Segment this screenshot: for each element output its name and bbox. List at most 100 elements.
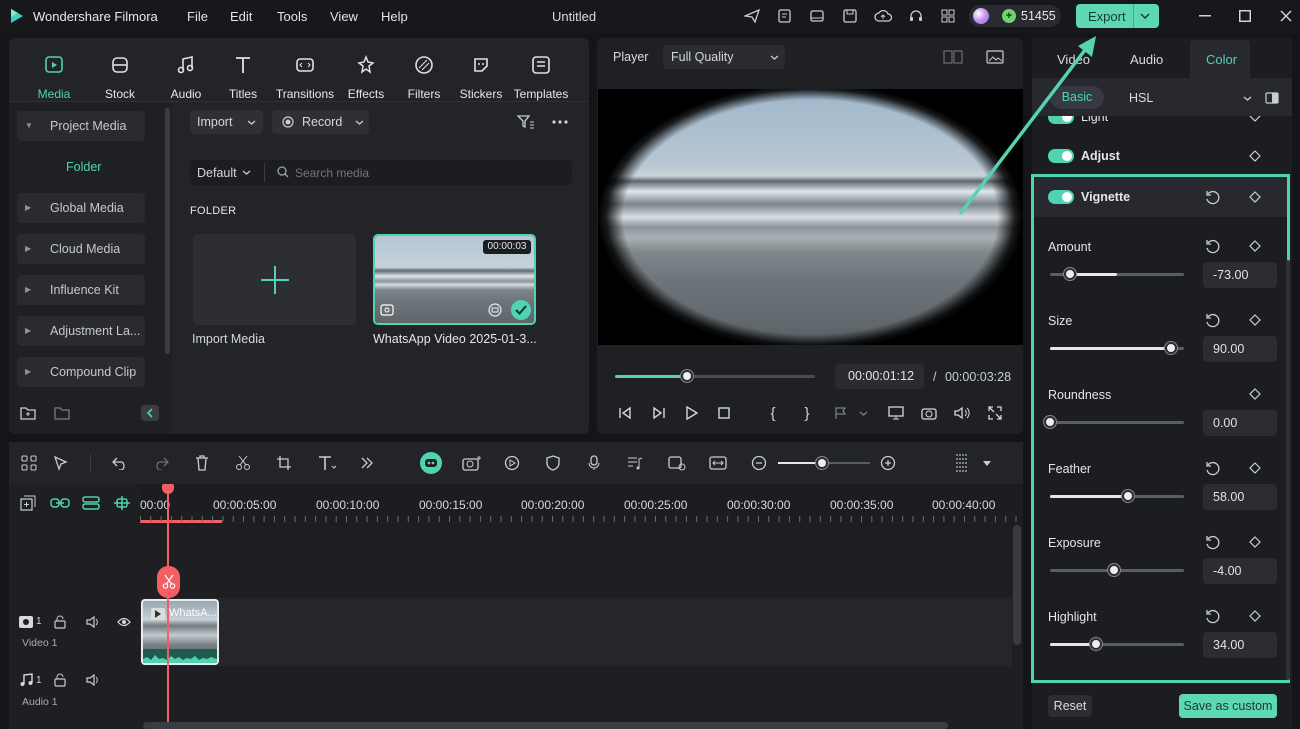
microphone-icon[interactable] [585,454,603,472]
link-icon[interactable] [49,494,71,512]
mark-in-icon[interactable]: { [763,404,783,422]
timeline-video-clip[interactable]: WhatsA... [141,599,219,665]
more-tools-icon[interactable] [358,454,376,472]
save-icon[interactable] [840,7,860,25]
param-value-input[interactable]: -4.00 [1203,558,1277,584]
param-value-input[interactable]: 90.00 [1203,336,1277,362]
music-list-icon[interactable] [626,454,644,472]
timeline-vertical-scrollbar[interactable] [1013,525,1021,645]
chevron-down-icon[interactable] [1136,8,1154,24]
crop-icon[interactable] [275,454,293,472]
mark-out-icon[interactable]: } [797,404,817,422]
delete-icon[interactable] [193,454,211,472]
camera-effects-icon[interactable] [461,454,483,472]
reset-icon[interactable] [1203,238,1221,254]
snap-marker-icon[interactable] [112,494,132,512]
chevron-down-icon[interactable] [980,454,994,472]
camera-icon[interactable] [919,404,939,422]
credits-badge[interactable]: + 51455 [969,5,1061,27]
keyframe-icon[interactable] [1248,609,1262,623]
redo-icon[interactable] [152,454,170,472]
export-button[interactable]: Export [1076,4,1159,28]
param-value-input[interactable]: -73.00 [1203,262,1277,288]
add-track-icon[interactable] [19,494,37,512]
import-media-tile[interactable] [193,234,356,325]
headset-icon[interactable] [906,7,926,25]
param-value-input[interactable]: 58.00 [1203,484,1277,510]
magnet-icon[interactable] [81,494,101,512]
select-tool-icon[interactable] [52,454,70,472]
param-slider-handle[interactable] [1064,268,1077,280]
param-slider-handle[interactable] [1121,490,1134,502]
sidebar-scrollbar[interactable] [165,108,170,354]
marker-icon[interactable] [831,404,851,422]
keyframe-icon[interactable] [1248,461,1262,475]
keyframe-icon[interactable] [1248,387,1262,401]
new-folder-icon[interactable] [18,404,38,422]
keyframe-icon[interactable] [1248,239,1262,253]
undo-icon[interactable] [111,454,129,472]
zoom-out-icon[interactable] [750,454,768,472]
notes-icon[interactable] [775,7,795,25]
reset-icon[interactable] [1203,534,1221,550]
quality-dropdown[interactable]: Full Quality [663,45,785,69]
tab-color[interactable]: Color [1190,40,1250,78]
display-icon[interactable] [886,404,906,422]
sidebar-item-cloud-media[interactable]: ▶ Cloud Media [17,234,145,264]
audio-track-lane[interactable] [140,666,1012,721]
track-height-icon[interactable] [952,452,972,474]
player-progress-handle[interactable] [681,370,693,382]
lock-icon[interactable] [52,672,68,688]
auto-sync-icon[interactable] [667,454,687,472]
keyframe-icon[interactable] [1248,535,1262,549]
collapse-sidebar-icon[interactable] [141,405,159,421]
speed-icon[interactable] [502,454,522,472]
mute-icon[interactable] [85,614,101,630]
sidebar-item-influence-kit[interactable]: ▶ Influence Kit [17,275,145,305]
cut-icon[interactable] [234,454,252,472]
reset-icon[interactable] [1203,608,1221,624]
menu-tools[interactable]: Tools [277,9,307,24]
sidebar-item-project-media[interactable]: ▼ Project Media [17,111,145,141]
mute-icon[interactable] [85,672,101,688]
apps-grid-icon[interactable] [938,7,958,25]
sort-dropdown[interactable]: Default [197,166,237,180]
split-compare-icon[interactable] [1263,89,1281,107]
stop-icon[interactable] [714,404,734,422]
menu-view[interactable]: View [330,9,358,24]
layout-icon[interactable] [807,7,827,25]
eye-icon[interactable] [116,614,132,630]
more-options-icon[interactable] [549,112,571,132]
media-clip-thumbnail[interactable]: 00:00:03 [373,234,536,325]
reset-icon[interactable] [1203,189,1221,205]
ai-assist-icon[interactable] [420,452,442,474]
send-icon[interactable] [742,7,762,25]
timeline-horizontal-scrollbar[interactable] [143,722,948,729]
menu-file[interactable]: File [187,9,208,24]
zoom-in-icon[interactable] [879,454,897,472]
playhead-line[interactable] [167,484,169,729]
chevron-down-icon[interactable] [1240,90,1254,106]
split-scissors-icon[interactable] [157,566,180,598]
fullscreen-icon[interactable] [985,404,1005,422]
sidebar-item-folder[interactable]: Folder [66,160,101,174]
keyframe-icon[interactable] [1248,116,1262,123]
menu-edit[interactable]: Edit [230,9,252,24]
tab-audio-props[interactable]: Audio [1130,52,1163,67]
play-icon[interactable] [682,404,702,422]
sidebar-item-adjustment-layer[interactable]: ▶ Adjustment La... [17,316,145,346]
chevron-down-icon[interactable] [856,404,870,422]
sidebar-item-compound-clip[interactable]: ▶ Compound Clip [17,357,145,387]
cloud-upload-icon[interactable] [873,7,893,25]
current-time[interactable]: 00:00:01:12 [835,364,924,389]
record-button[interactable]: Record [272,110,369,134]
param-value-input[interactable]: 34.00 [1203,632,1277,658]
reset-button[interactable]: Reset [1048,695,1092,717]
fit-timeline-icon[interactable] [708,454,728,472]
sidebar-item-global-media[interactable]: ▶ Global Media [17,193,145,223]
import-button[interactable]: Import [190,110,263,134]
prev-frame-icon[interactable] [615,404,635,422]
folder-move-icon[interactable] [52,404,72,422]
menu-help[interactable]: Help [381,9,408,24]
param-value-input[interactable]: 0.00 [1203,410,1277,436]
